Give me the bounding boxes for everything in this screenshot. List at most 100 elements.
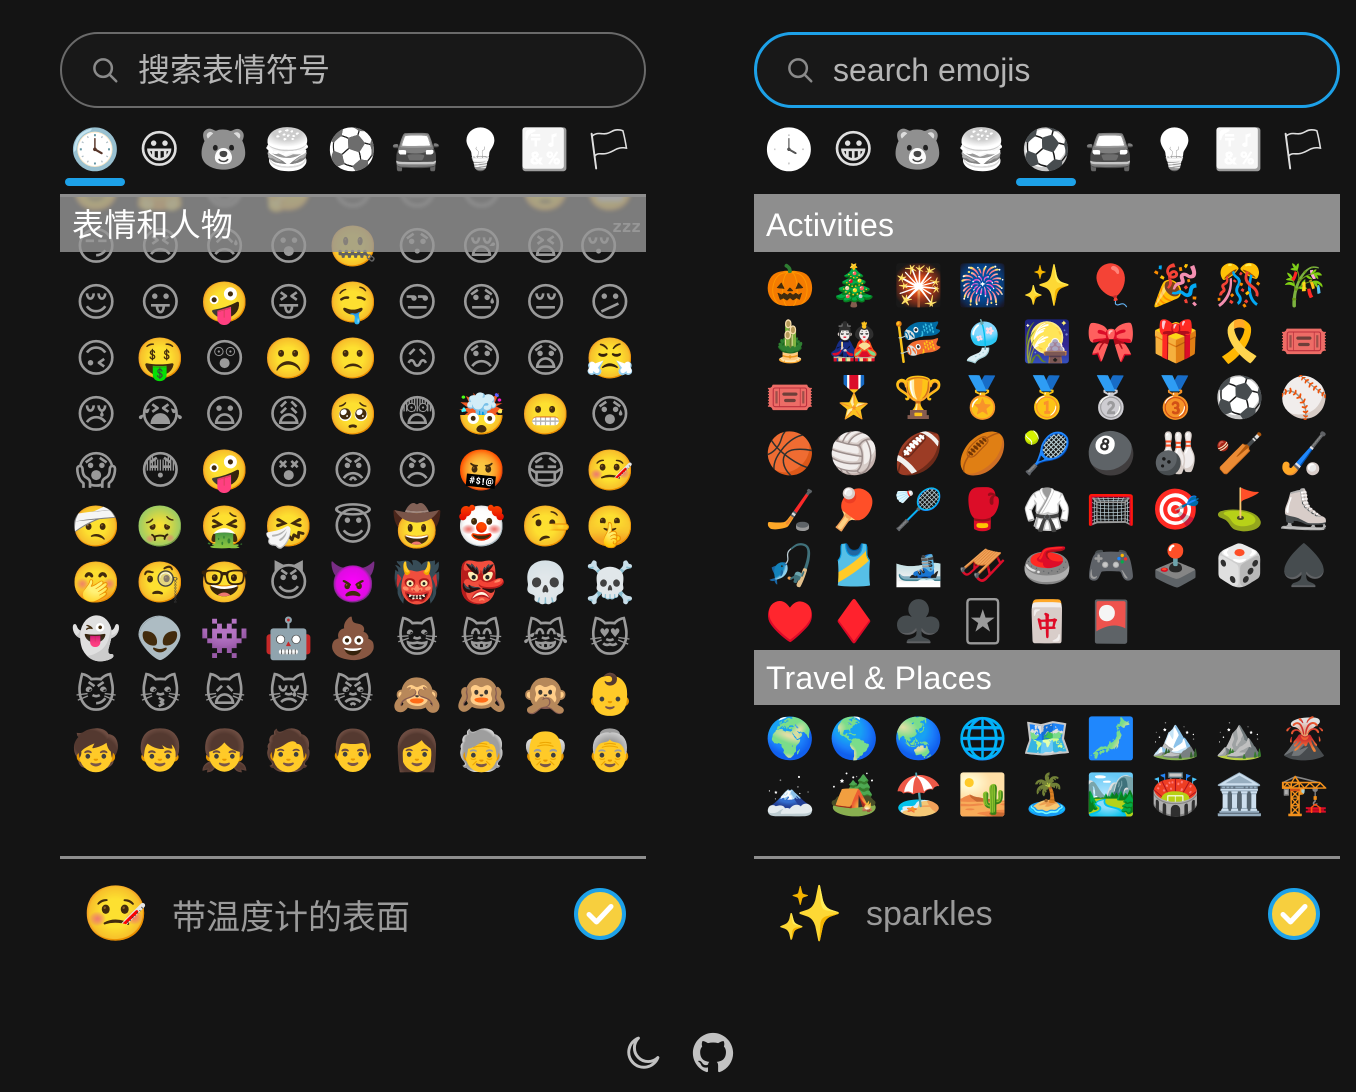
emoji-cell[interactable]: 🥌 bbox=[1015, 538, 1079, 594]
emoji-cell[interactable]: 😬 bbox=[514, 387, 578, 443]
emoji-cell[interactable]: 😩 bbox=[257, 387, 321, 443]
emoji-cell[interactable]: 🏔️ bbox=[1143, 711, 1207, 767]
emoji-cell[interactable]: 🛷 bbox=[951, 538, 1015, 594]
emoji-cell[interactable]: 😤 bbox=[578, 331, 642, 387]
emoji-cell[interactable]: 🤒 bbox=[578, 443, 642, 499]
emoji-cell[interactable]: 🎑 bbox=[1015, 314, 1079, 370]
emoji-cell[interactable]: 🗺️ bbox=[1015, 711, 1079, 767]
emoji-cell[interactable]: ⛳ bbox=[1208, 482, 1272, 538]
emoji-cell[interactable]: 🏞️ bbox=[1079, 767, 1143, 823]
check-circle-icon[interactable] bbox=[572, 886, 628, 942]
emoji-cell[interactable]: 🎋 bbox=[1272, 258, 1336, 314]
emoji-cell[interactable]: 😈 bbox=[257, 555, 321, 611]
emoji-cell[interactable]: 😔 bbox=[514, 275, 578, 331]
emoji-cell[interactable]: 🙈 bbox=[385, 667, 449, 723]
emoji-cell[interactable]: ☹️ bbox=[257, 331, 321, 387]
emoji-cell[interactable]: 🤕 bbox=[64, 499, 128, 555]
emoji-cell[interactable]: 🎟️ bbox=[758, 370, 822, 426]
emoji-cell[interactable]: 😺 bbox=[385, 611, 449, 667]
emoji-cell[interactable]: 🧓 bbox=[449, 723, 513, 779]
emoji-cell[interactable]: 🏟️ bbox=[1143, 767, 1207, 823]
emoji-cell[interactable]: ♥️ bbox=[758, 594, 822, 650]
search-bar-left[interactable] bbox=[60, 32, 646, 108]
emoji-cell[interactable]: 🎽 bbox=[822, 538, 886, 594]
emoji-cell[interactable]: 😸 bbox=[449, 611, 513, 667]
emoji-cell[interactable]: 🤑 bbox=[128, 331, 192, 387]
emoji-cell[interactable]: 🕹️ bbox=[1143, 538, 1207, 594]
tab-recent-left[interactable]: 🕓 bbox=[65, 122, 125, 186]
emoji-cell[interactable]: 🤪 bbox=[192, 275, 256, 331]
emoji-cell[interactable]: 👧 bbox=[192, 723, 256, 779]
emoji-cell[interactable]: 👽 bbox=[128, 611, 192, 667]
emoji-cell[interactable]: 😰 bbox=[578, 387, 642, 443]
emoji-cell[interactable]: 🎐 bbox=[951, 314, 1015, 370]
tab-symbols-left[interactable]: 🔣 bbox=[516, 122, 574, 178]
emoji-cell[interactable]: 🤓 bbox=[192, 555, 256, 611]
emoji-cell[interactable]: 🎖️ bbox=[822, 370, 886, 426]
emoji-cell[interactable]: 🎁 bbox=[1143, 314, 1207, 370]
emoji-cell[interactable]: 😌 bbox=[64, 275, 128, 331]
emoji-cell[interactable]: 🤡 bbox=[449, 499, 513, 555]
emoji-cell[interactable]: 🎎 bbox=[822, 314, 886, 370]
emoji-cell[interactable]: 🙃 bbox=[64, 331, 128, 387]
emoji-cell[interactable]: 👿 bbox=[321, 555, 385, 611]
emoji-cell[interactable]: 😠 bbox=[385, 443, 449, 499]
emoji-cell[interactable]: 🙀 bbox=[192, 667, 256, 723]
emoji-cell[interactable]: 😽 bbox=[128, 667, 192, 723]
tab-activities-right[interactable]: ⚽ bbox=[1016, 122, 1076, 186]
emoji-cell[interactable]: ♦️ bbox=[822, 594, 886, 650]
emoji-cell[interactable]: 😕 bbox=[578, 275, 642, 331]
emoji-cell[interactable]: 🏆 bbox=[886, 370, 950, 426]
emoji-cell[interactable]: 🥋 bbox=[1015, 482, 1079, 538]
emoji-cell[interactable]: ♠️ bbox=[1272, 538, 1336, 594]
emoji-cell[interactable]: 🤥 bbox=[514, 499, 578, 555]
emoji-cell[interactable]: 🏀 bbox=[758, 426, 822, 482]
moon-icon[interactable] bbox=[622, 1032, 664, 1074]
emoji-cell[interactable]: 🙊 bbox=[514, 667, 578, 723]
emoji-cell[interactable]: ✨ bbox=[1015, 258, 1079, 314]
search-input-left[interactable] bbox=[138, 50, 616, 90]
emoji-cell[interactable]: 😇 bbox=[321, 499, 385, 555]
emoji-cell[interactable]: 🙉 bbox=[449, 667, 513, 723]
emoji-cell[interactable]: 👶 bbox=[578, 667, 642, 723]
emoji-cell[interactable]: 🏗️ bbox=[1272, 767, 1336, 823]
emoji-cell[interactable]: 🎳 bbox=[1143, 426, 1207, 482]
emoji-cell[interactable]: 🌏 bbox=[886, 711, 950, 767]
tab-recent-right[interactable]: 🕓 bbox=[760, 122, 818, 178]
emoji-cell[interactable]: 😞 bbox=[449, 331, 513, 387]
emoji-cell[interactable]: 🌎 bbox=[822, 711, 886, 767]
emoji-cell[interactable]: 🥈 bbox=[1079, 370, 1143, 426]
emoji-cell[interactable]: 🤢 bbox=[128, 499, 192, 555]
emoji-cell[interactable]: 😾 bbox=[321, 667, 385, 723]
emoji-cell[interactable]: 😼 bbox=[64, 667, 128, 723]
emoji-cell[interactable]: 🥺 bbox=[321, 387, 385, 443]
emoji-cell[interactable]: 😒 bbox=[385, 275, 449, 331]
emoji-cell[interactable]: 🏖️ bbox=[886, 767, 950, 823]
tab-objects-right[interactable]: 💡 bbox=[1146, 122, 1204, 178]
emoji-cell[interactable]: 💀 bbox=[514, 555, 578, 611]
emoji-cell[interactable]: 🤠 bbox=[385, 499, 449, 555]
emoji-cell[interactable]: 🏑 bbox=[1272, 426, 1336, 482]
emoji-cell[interactable]: 😱 bbox=[64, 443, 128, 499]
emoji-cell[interactable]: 😷 bbox=[514, 443, 578, 499]
emoji-cell[interactable]: 🎀 bbox=[1079, 314, 1143, 370]
emoji-cell[interactable]: 🎗️ bbox=[1208, 314, 1272, 370]
emoji-cell[interactable]: 🤤 bbox=[321, 275, 385, 331]
emoji-cell[interactable]: ⚽ bbox=[1208, 370, 1272, 426]
emoji-cell[interactable]: 🌋 bbox=[1272, 711, 1336, 767]
tab-food-right[interactable]: 🍔 bbox=[953, 122, 1011, 178]
emoji-cell[interactable]: 🙁 bbox=[321, 331, 385, 387]
tab-animals-right[interactable]: 🐻 bbox=[889, 122, 947, 178]
emoji-cell[interactable]: 👦 bbox=[128, 723, 192, 779]
emoji-cell[interactable]: 😿 bbox=[257, 667, 321, 723]
emoji-cell[interactable]: 👨 bbox=[321, 723, 385, 779]
emoji-cell[interactable]: 🧒 bbox=[64, 723, 128, 779]
search-bar-right[interactable] bbox=[754, 32, 1340, 108]
emoji-cell[interactable]: 🎆 bbox=[951, 258, 1015, 314]
emoji-cell[interactable]: 😭 bbox=[128, 387, 192, 443]
emoji-cell[interactable]: 🎃 bbox=[758, 258, 822, 314]
emoji-cell[interactable]: 🏏 bbox=[1208, 426, 1272, 482]
tab-symbols-right[interactable]: 🔣 bbox=[1210, 122, 1268, 178]
emoji-cell[interactable]: 🌍 bbox=[758, 711, 822, 767]
emoji-cell[interactable]: 🤖 bbox=[257, 611, 321, 667]
